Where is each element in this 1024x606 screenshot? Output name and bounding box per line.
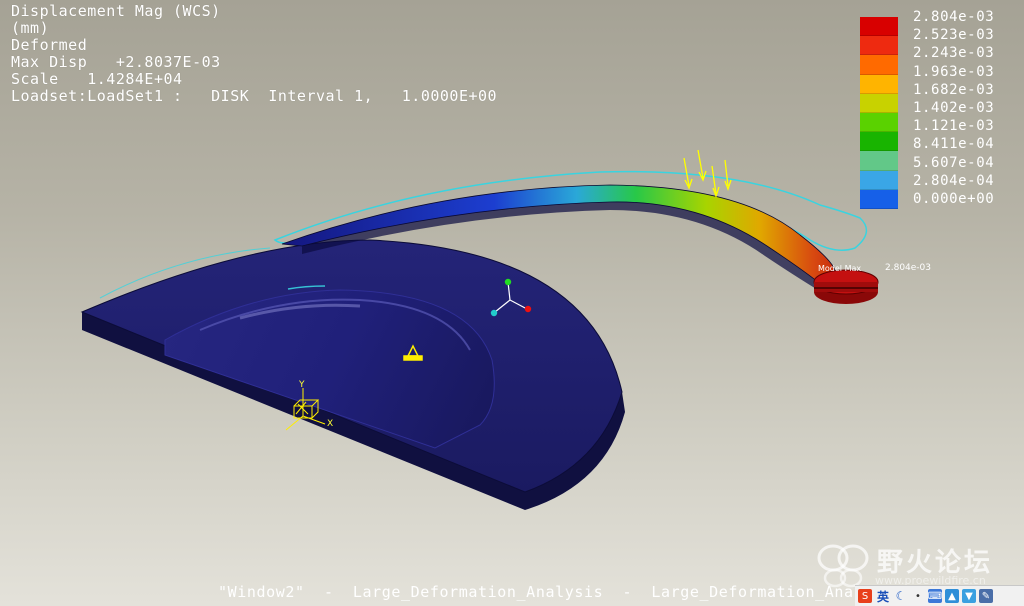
window-title-line: "Window2" - Large_Deformation_Analysis -… — [218, 583, 902, 601]
wrench-icon[interactable]: ✎ — [979, 589, 993, 603]
color-legend-labels: 2.804e-03 2.523e-03 2.243e-03 1.963e-03 1.68… — [913, 8, 994, 208]
ime-english-icon[interactable]: 英 — [875, 589, 891, 604]
legend-label: 2.243e-03 — [913, 45, 995, 62]
model-max-value: 2.804e-03 — [885, 263, 932, 273]
color-legend-bar[interactable] — [860, 17, 898, 209]
legend-label: 1.682e-03 — [913, 81, 995, 98]
legend-swatch — [860, 17, 898, 37]
legend-swatch — [860, 189, 898, 209]
ime-tray[interactable]: S 英 ☾ • ⌨ ▲ ▼ ✎ — [855, 585, 1024, 606]
shirt-icon-2[interactable]: ▼ — [962, 589, 976, 603]
legend-swatch — [860, 93, 898, 113]
units-label: (mm) — [11, 19, 50, 37]
loadset-label: Loadset:LoadSet1 : DISK Interval 1, 1.00… — [11, 87, 498, 105]
deformed-state-label: Deformed — [11, 36, 88, 54]
legend-swatch — [860, 151, 898, 171]
moon-icon[interactable]: ☾ — [894, 589, 908, 603]
legend-swatch — [860, 55, 898, 75]
legend-label: 1.963e-03 — [913, 63, 995, 80]
forum-watermark: 野火论坛 www.proewildfire.cn — [815, 540, 1020, 590]
legend-label: 2.804e-04 — [913, 172, 995, 189]
legend-label: 8.411e-04 — [913, 136, 995, 153]
legend-label: 1.121e-03 — [913, 118, 995, 135]
legend-swatch — [860, 132, 898, 152]
keyboard-icon[interactable]: ⌨ — [928, 589, 942, 603]
shirt-icon[interactable]: ▲ — [945, 589, 959, 603]
result-info-block: Displacement Mag (WCS) (mm) Deformed Max… — [11, 3, 497, 105]
legend-label: 2.523e-03 — [913, 27, 995, 44]
legend-label: 1.402e-03 — [913, 99, 995, 116]
scale-label: Scale 1.4284E+04 — [11, 70, 183, 88]
dot-icon[interactable]: • — [911, 589, 925, 603]
legend-swatch — [860, 112, 898, 133]
legend-swatch — [860, 36, 898, 56]
max-disp-label: Max Disp +2.8037E-03 — [11, 53, 221, 71]
legend-label: 5.607e-04 — [913, 154, 995, 171]
load-arrows[interactable] — [683, 149, 732, 198]
axis-y-label: Y — [299, 380, 305, 390]
legend-label: 2.804e-03 — [913, 9, 995, 25]
model-max-marker-band — [814, 282, 878, 292]
axis-x-label: X — [327, 419, 334, 429]
sogou-icon[interactable]: S — [858, 589, 872, 603]
result-type-label: Displacement Mag (WCS) — [11, 2, 221, 20]
graphics-viewport[interactable]: Displacement Mag (WCS) (mm) Deformed Max… — [0, 0, 1024, 606]
model-max-tag: Model Max — [818, 264, 862, 273]
legend-swatch — [860, 170, 898, 190]
legend-swatch — [860, 74, 898, 94]
legend-label: 0.000e+00 — [913, 190, 995, 207]
butterfly-logo-icon — [817, 544, 869, 588]
